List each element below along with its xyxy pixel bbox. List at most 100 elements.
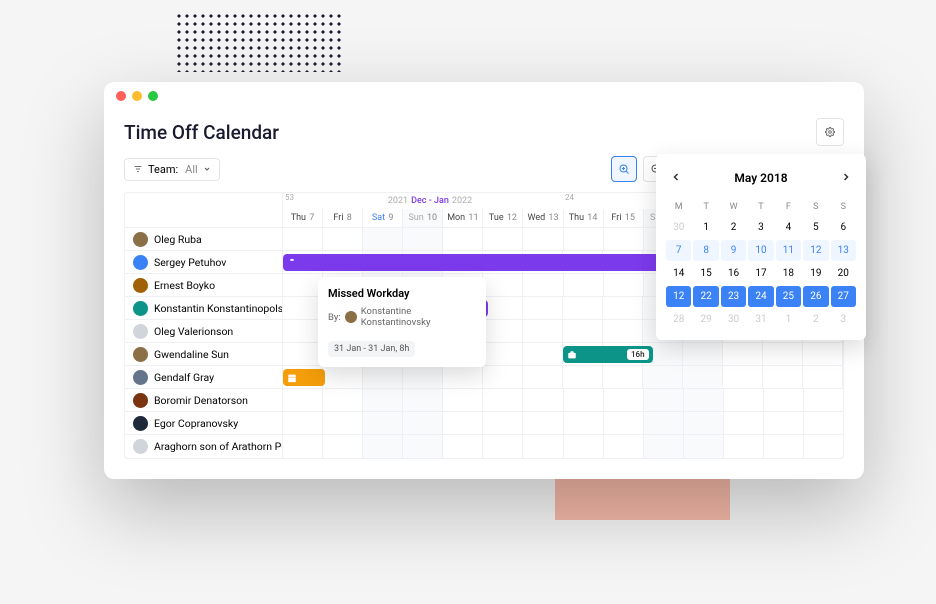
picker-day-cell[interactable]: 1 (776, 309, 801, 330)
day-header-cell: Sun 10 (403, 209, 443, 227)
lane-cell (283, 435, 323, 458)
lane-cell (803, 366, 843, 388)
day-header-cell: Thu 7 (283, 209, 323, 227)
employee-name-cell: Gwendaline Sun (125, 343, 283, 365)
picker-day-cell[interactable]: 15 (693, 263, 718, 284)
employee-name-cell: Ernest Boyko (125, 274, 283, 296)
event-tooltip: Missed Workday By: Konstantine Konstanti… (318, 277, 486, 367)
picker-day-cell[interactable]: 25 (776, 286, 801, 307)
lane-cell (604, 274, 644, 296)
lane-cell (443, 228, 483, 250)
lane-cell (564, 389, 604, 411)
picker-day-cell[interactable]: 3 (831, 309, 856, 330)
employee-lanes (283, 435, 843, 458)
picker-day-cell[interactable]: 29 (693, 309, 718, 330)
lane-cell (443, 435, 483, 458)
picker-day-cell[interactable]: 19 (803, 263, 828, 284)
lane-cell (403, 228, 443, 250)
avatar (133, 232, 148, 247)
window-titlebar (104, 82, 864, 110)
lane-cell (604, 412, 644, 434)
lane-cell (323, 389, 363, 411)
time-off-bar[interactable]: 40h (283, 254, 692, 271)
filter-icon (133, 164, 143, 174)
picker-day-cell[interactable]: 31 (748, 309, 773, 330)
lane-cell (563, 320, 603, 342)
lane-cell (764, 412, 804, 434)
picker-day-cell[interactable]: 13 (831, 240, 856, 261)
lane-cell (283, 228, 323, 250)
lane-cell (523, 412, 563, 434)
picker-day-cell[interactable]: 27 (831, 286, 856, 307)
filter-value: All (185, 163, 198, 176)
day-header-cell: Sat 9 (363, 209, 403, 227)
picker-day-cell[interactable]: 12 (803, 240, 828, 261)
window-close-icon[interactable] (116, 91, 126, 101)
avatar (133, 439, 148, 454)
chevron-left-icon (670, 171, 682, 183)
lane-cell (563, 297, 603, 319)
picker-day-cell[interactable]: 17 (748, 263, 773, 284)
picker-day-cell[interactable]: 10 (748, 240, 773, 261)
picker-next-button[interactable] (836, 164, 856, 191)
picker-day-cell[interactable]: 26 (803, 286, 828, 307)
picker-day-cell[interactable]: 9 (721, 240, 746, 261)
picker-day-cell[interactable]: 18 (776, 263, 801, 284)
picker-day-cell[interactable]: 30 (721, 309, 746, 330)
picker-day-cell[interactable]: 2 (721, 217, 746, 238)
lane-cell (483, 412, 523, 434)
picker-day-cell[interactable]: 5 (803, 217, 828, 238)
picker-day-cell[interactable]: 20 (831, 263, 856, 284)
employee-name-cell: Boromir Denatorson (125, 389, 283, 411)
settings-button[interactable] (816, 118, 844, 146)
lane-cell (563, 366, 603, 388)
picker-prev-button[interactable] (666, 164, 686, 191)
team-filter[interactable]: Team: All (124, 158, 220, 181)
lane-cell (283, 389, 323, 411)
picker-day-cell[interactable]: 23 (721, 286, 746, 307)
lane-cell (523, 297, 563, 319)
picker-day-cell[interactable]: 14 (666, 263, 691, 284)
picker-day-cell[interactable]: 8 (693, 240, 718, 261)
lane-cell (483, 228, 523, 250)
hours-badge: 16h (627, 349, 649, 360)
lane-cell (604, 228, 644, 250)
picker-day-cell[interactable]: 16 (721, 263, 746, 284)
lane-cell (724, 435, 764, 458)
lane-cell (644, 412, 684, 434)
picker-day-cell[interactable]: 30 (666, 217, 691, 238)
picker-day-cell[interactable]: 28 (666, 309, 691, 330)
lane-cell (764, 389, 804, 411)
lane-cell (323, 366, 363, 388)
time-off-bar[interactable]: 16h (563, 346, 653, 363)
lane-cell (643, 366, 683, 388)
employee-row: Egor Copranovsky (125, 412, 843, 435)
picker-day-cell[interactable]: 24 (748, 286, 773, 307)
employee-name: Ernest Boyko (154, 279, 215, 292)
employee-name: Gwendaline Sun (154, 348, 229, 361)
picker-day-cell[interactable]: 22 (693, 286, 718, 307)
picker-day-cell[interactable]: 4 (776, 217, 801, 238)
picker-day-cell[interactable]: 12 (666, 286, 691, 307)
picker-day-cell[interactable]: 7 (666, 240, 691, 261)
picker-day-header: F (776, 199, 801, 215)
zoom-in-button[interactable] (611, 156, 637, 182)
decorative-dots (175, 12, 345, 72)
picker-day-cell[interactable]: 1 (693, 217, 718, 238)
lane-cell (803, 343, 843, 365)
picker-day-cell[interactable]: 2 (803, 309, 828, 330)
lane-cell (564, 274, 604, 296)
avatar (133, 301, 148, 316)
employee-lanes (283, 412, 843, 434)
lane-cell (483, 343, 523, 365)
window-maximize-icon[interactable] (148, 91, 158, 101)
picker-day-cell[interactable]: 11 (776, 240, 801, 261)
lane-cell (804, 389, 843, 411)
picker-day-cell[interactable]: 3 (748, 217, 773, 238)
lane-cell (564, 435, 604, 458)
lane-cell (483, 389, 523, 411)
lane-cell (483, 366, 523, 388)
time-off-bar[interactable] (283, 369, 325, 386)
window-minimize-icon[interactable] (132, 91, 142, 101)
picker-day-cell[interactable]: 6 (831, 217, 856, 238)
